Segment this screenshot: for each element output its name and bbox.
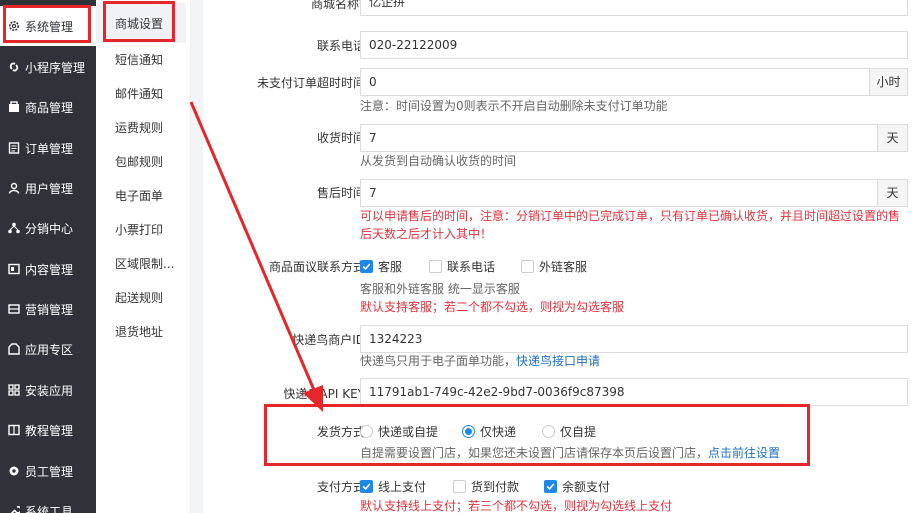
annotation-arrow: [189, 101, 323, 412]
